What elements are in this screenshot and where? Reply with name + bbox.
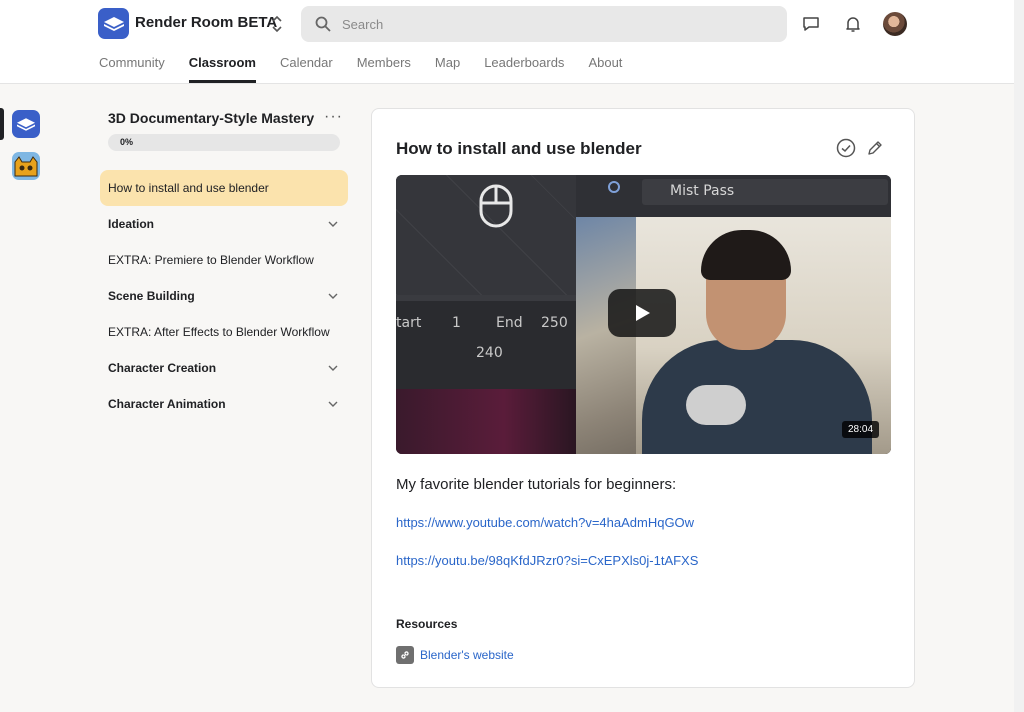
tab-members[interactable]: Members [357,55,411,83]
chevron-down-icon [328,401,338,407]
chat-button[interactable] [800,13,822,35]
tab-classroom[interactable]: Classroom [188,55,257,83]
chevron-down-icon [328,221,338,227]
lesson-label: EXTRA: After Effects to Blender Workflow [108,325,330,339]
app-logo[interactable] [98,8,129,39]
cube-logo-icon [103,16,124,31]
app-title[interactable]: Render Room BETA [135,14,277,31]
section-item[interactable]: Character Animation [100,386,348,422]
chat-icon [803,17,819,31]
video-duration-badge: 28:04 [842,421,880,438]
link-icon [401,651,409,659]
search-bar[interactable] [301,6,787,42]
edit-pencil-icon[interactable] [866,139,884,157]
chevron-down-icon [328,293,338,299]
lesson-item[interactable]: How to install and use blender [100,170,348,206]
cat-logo-icon [14,156,38,177]
rail-community-render-room[interactable] [12,110,40,138]
course-progress-bar: 0% [108,134,340,151]
tab-about[interactable]: About [588,55,622,83]
section-label: Character Creation [108,361,217,375]
video-magenta-region [396,389,576,454]
video-mist-pass-panel: Mist Pass [642,179,888,205]
section-label: Ideation [108,217,155,231]
play-icon [636,305,650,321]
lesson-label: How to install and use blender [108,181,269,195]
camera-icon [608,181,620,193]
link-icon-badge [396,646,414,664]
tab-calendar[interactable]: Calendar [280,55,333,83]
video-start-label: tart [396,315,422,331]
resource-item[interactable]: Blender's website [396,646,514,664]
mark-complete-check-icon[interactable] [836,138,856,158]
lesson-title: How to install and use blender [396,139,642,158]
notifications-button[interactable] [842,13,864,35]
search-input[interactable] [342,16,742,32]
course-title: 3D Documentary-Style Mastery [108,110,315,126]
cube-logo-icon [17,117,35,131]
video-play-button[interactable] [608,289,676,337]
search-icon [315,16,331,32]
video-end-label: End [496,315,523,331]
video-end-value: 250 [541,315,568,331]
chevron-down-icon [328,365,338,371]
course-progress-label: 0% [120,137,134,147]
main-nav: Community Classroom Calendar Members Map… [99,55,646,83]
video-person-body [642,340,872,454]
resources-heading: Resources [396,617,458,631]
rail-active-indicator [0,108,4,140]
scrollbar[interactable] [1014,0,1024,712]
section-label: Scene Building [108,289,195,303]
video-start-value: 1 [452,315,461,331]
bell-icon [846,17,860,32]
video-mist-pass-label: Mist Pass [670,183,735,199]
tutorial-link[interactable]: https://youtu.be/98qKfdJRzr0?si=CxEPXls0… [396,553,698,568]
lesson-item[interactable]: EXTRA: Premiere to Blender Workflow [100,242,348,278]
lesson-item[interactable]: EXTRA: After Effects to Blender Workflow [100,314,348,350]
section-item[interactable]: Ideation [100,206,348,242]
section-item[interactable]: Scene Building [100,278,348,314]
section-item[interactable]: Character Creation [100,350,348,386]
top-header: Render Room BETA Community Classroom Cal… [0,0,1014,84]
video-frame-value: 240 [476,345,503,361]
tab-community[interactable]: Community [99,55,165,83]
switch-community-icon[interactable] [270,14,284,34]
lesson-subheading: My favorite blender tutorials for beginn… [396,476,677,493]
mouse-icon [479,184,513,228]
section-label: Character Animation [108,397,226,411]
tab-leaderboards[interactable]: Leaderboards [484,55,564,83]
course-more-icon[interactable]: ··· [324,108,343,126]
avatar[interactable] [883,12,907,36]
video-microphone [686,385,746,425]
lesson-label: EXTRA: Premiere to Blender Workflow [108,253,314,267]
video-blender-ui: tart 1 End 250 240 [396,175,576,454]
lesson-card: How to install and use blender tart 1 En… [371,108,915,688]
rail-community-cat[interactable] [12,152,40,180]
tutorial-link[interactable]: https://www.youtube.com/watch?v=4haAdmHq… [396,515,694,530]
tab-map[interactable]: Map [435,55,460,83]
video-player[interactable]: tart 1 End 250 240 Mist Pass 28:04 [396,175,891,454]
resource-label: Blender's website [420,648,514,662]
